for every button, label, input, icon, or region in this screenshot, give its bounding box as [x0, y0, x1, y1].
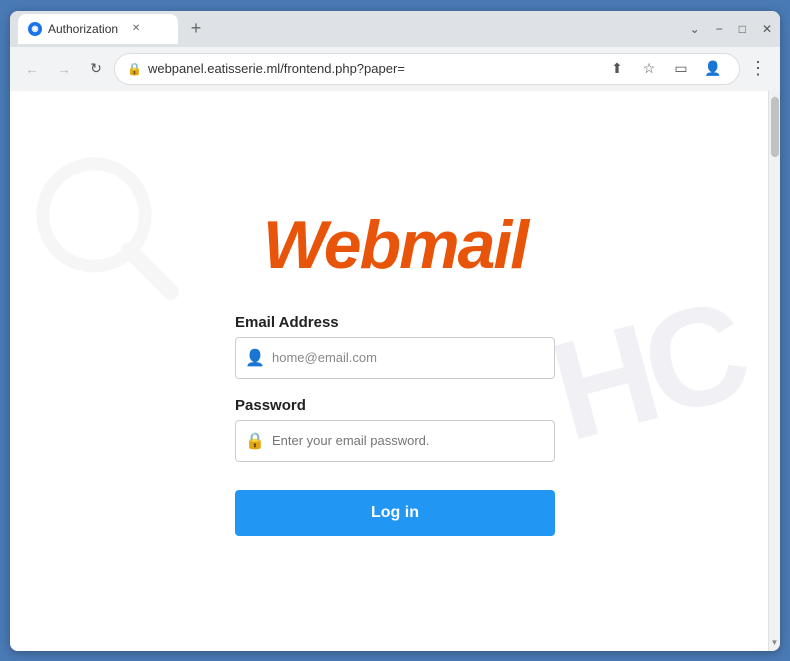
- back-button[interactable]: ←: [18, 55, 46, 83]
- url-actions: ⬆ ☆ ▭ 👤: [603, 55, 727, 83]
- password-label: Password: [235, 397, 555, 414]
- share-icon[interactable]: ⬆: [603, 55, 631, 83]
- browser-menu-button[interactable]: ⋮: [744, 55, 772, 83]
- user-icon: 👤: [245, 348, 265, 368]
- desktop-icon[interactable]: ▭: [667, 55, 695, 83]
- browser-tab[interactable]: ◉ Authorization ✕: [18, 14, 178, 44]
- login-button[interactable]: Log in: [235, 490, 555, 536]
- scrollbar-thumb[interactable]: [771, 97, 779, 157]
- bookmark-icon[interactable]: ☆: [635, 55, 663, 83]
- maximize-button[interactable]: □: [739, 22, 746, 36]
- page-content: HC Webmail Email Address 👤 Password 🔒: [10, 91, 780, 651]
- tab-close-button[interactable]: ✕: [128, 21, 144, 37]
- email-input-wrapper: 👤: [235, 337, 555, 379]
- url-bar[interactable]: 🔒 webpanel.eatisserie.ml/frontend.php?pa…: [114, 53, 740, 85]
- browser-window: ◉ Authorization ✕ + ⌄ − □ ✕ ← → ↻ 🔒 webp…: [10, 11, 780, 651]
- email-label: Email Address: [235, 314, 555, 331]
- login-form: Webmail Email Address 👤 Password 🔒 Log i…: [10, 186, 780, 556]
- forward-button[interactable]: →: [50, 55, 78, 83]
- minimize-button[interactable]: −: [716, 22, 723, 36]
- password-form-group: Password 🔒: [235, 397, 555, 462]
- close-button[interactable]: ✕: [762, 22, 772, 36]
- lock-icon: 🔒: [127, 62, 142, 76]
- chevron-down-icon[interactable]: ⌄: [690, 22, 700, 36]
- new-tab-button[interactable]: +: [182, 15, 210, 43]
- webmail-logo: Webmail: [263, 206, 527, 284]
- email-form-group: Email Address 👤: [235, 314, 555, 379]
- email-input[interactable]: [235, 337, 555, 379]
- refresh-button[interactable]: ↻: [82, 55, 110, 83]
- tab-favicon: ◉: [28, 22, 42, 36]
- password-input-wrapper: 🔒: [235, 420, 555, 462]
- password-input[interactable]: [235, 420, 555, 462]
- lock-field-icon: 🔒: [245, 431, 265, 451]
- address-bar: ← → ↻ 🔒 webpanel.eatisserie.ml/frontend.…: [10, 47, 780, 91]
- profile-icon[interactable]: 👤: [699, 55, 727, 83]
- window-controls: ⌄ − □ ✕: [690, 22, 772, 36]
- url-text: webpanel.eatisserie.ml/frontend.php?pape…: [148, 61, 597, 76]
- title-bar: ◉ Authorization ✕ + ⌄ − □ ✕: [10, 11, 780, 47]
- scrollbar-down-arrow[interactable]: ▼: [769, 635, 780, 651]
- tab-title: Authorization: [48, 22, 118, 36]
